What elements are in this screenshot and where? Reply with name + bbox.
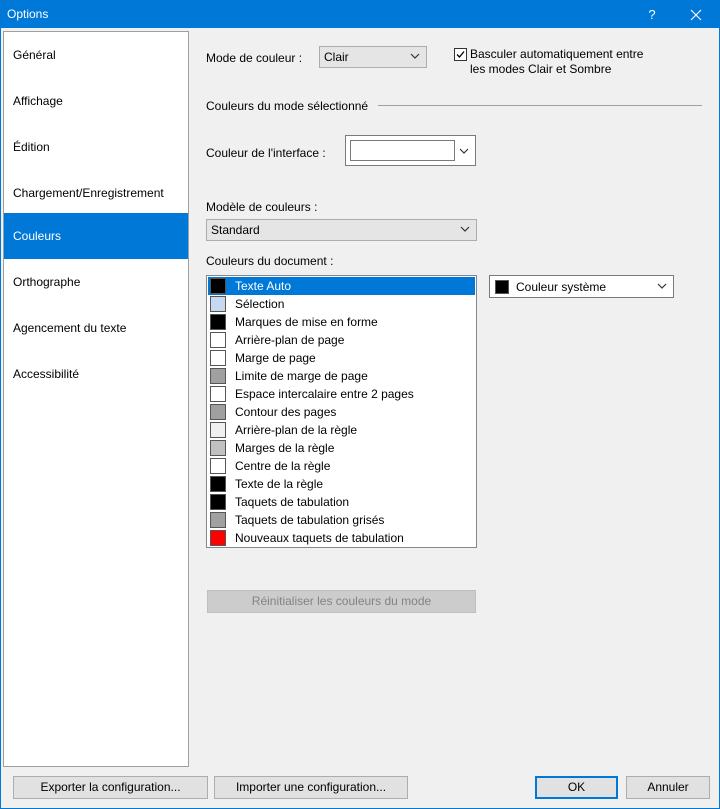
sidebar-item-editing[interactable]: Édition <box>4 124 188 170</box>
color-model-select[interactable]: Standard <box>206 219 477 241</box>
interface-color-label: Couleur de l'interface : <box>206 146 326 160</box>
sidebar-item-colors[interactable]: Couleurs <box>4 213 188 259</box>
color-swatch <box>210 422 226 438</box>
selected-color-value: Couleur système <box>516 280 607 294</box>
list-item[interactable]: Marques de mise en forme <box>208 313 475 331</box>
color-swatch <box>210 350 226 366</box>
auto-switch-label-line2: les modes Clair et Sombre <box>470 62 612 76</box>
sidebar-item-label: Orthographe <box>13 275 81 289</box>
help-button[interactable]: ? <box>629 1 675 28</box>
list-item[interactable]: Taquets de tabulation <box>208 493 475 511</box>
sidebar-item-label: Couleurs <box>13 229 62 243</box>
document-colors-label: Couleurs du document : <box>206 254 334 268</box>
export-config-button[interactable]: Exporter la configuration... <box>13 776 208 799</box>
list-item-label: Texte Auto <box>235 279 292 293</box>
interface-color-picker[interactable] <box>345 135 476 166</box>
list-item[interactable]: Taquets de tabulation grisés <box>208 511 475 529</box>
close-icon <box>690 9 702 20</box>
sidebar-item-spelling[interactable]: Orthographe <box>4 259 188 305</box>
cancel-button[interactable]: Annuler <box>626 776 710 799</box>
list-item[interactable]: Arrière-plan de page <box>208 331 475 349</box>
chevron-down-icon <box>657 283 667 289</box>
sidebar-item-display[interactable]: Affichage <box>4 78 188 124</box>
color-swatch <box>210 530 226 546</box>
ok-button[interactable]: OK <box>535 776 618 799</box>
auto-switch-checkbox[interactable] <box>454 48 467 61</box>
sidebar-item-load-save[interactable]: Chargement/Enregistrement <box>4 170 188 216</box>
sidebar-item-label: Accessibilité <box>13 367 80 381</box>
color-swatch <box>210 332 226 348</box>
list-item[interactable]: Texte de la règle <box>208 475 475 493</box>
color-swatch <box>210 512 226 528</box>
sidebar-item-label: Affichage <box>13 94 63 108</box>
selected-color-swatch <box>495 280 509 294</box>
list-item-label: Marges de la règle <box>235 441 335 455</box>
list-item-label: Nouveaux taquets de tabulation <box>235 531 404 545</box>
sidebar-item-accessibility[interactable]: Accessibilité <box>4 351 188 397</box>
color-swatch <box>210 476 226 492</box>
sidebar-item-label: Édition <box>13 140 50 154</box>
list-item-label: Espace intercalaire entre 2 pages <box>235 387 414 401</box>
list-item-label: Contour des pages <box>235 405 337 419</box>
list-item[interactable]: Centre de la règle <box>208 457 475 475</box>
list-item-label: Arrière-plan de la règle <box>235 423 358 437</box>
list-item[interactable]: Nouveaux taquets de tabulation <box>208 529 475 547</box>
list-item-label: Limite de marge de page <box>235 369 368 383</box>
reset-mode-colors-button[interactable]: Réinitialiser les couleurs du mode <box>207 590 476 613</box>
list-item[interactable]: Espace intercalaire entre 2 pages <box>208 385 475 403</box>
list-item[interactable]: Marges de la règle <box>208 439 475 457</box>
list-item[interactable]: Marge de page <box>208 349 475 367</box>
list-item-label: Texte de la règle <box>235 477 324 491</box>
sidebar-item-text-layout[interactable]: Agencement du texte <box>4 305 188 351</box>
sidebar-item-label: Agencement du texte <box>13 321 127 335</box>
list-item-label: Centre de la règle <box>235 459 331 473</box>
sidebar-item-label: Général <box>13 48 56 62</box>
interface-color-swatch <box>350 140 455 161</box>
color-swatch <box>210 386 226 402</box>
window-title: Options <box>7 7 49 21</box>
chevron-down-icon <box>410 53 420 59</box>
color-swatch <box>210 368 226 384</box>
selected-color-select[interactable]: Couleur système <box>489 275 674 298</box>
list-item[interactable]: Sélection <box>208 295 475 313</box>
close-button[interactable] <box>673 1 719 28</box>
color-swatch <box>210 494 226 510</box>
sidebar: Général Affichage Édition Chargement/Enr… <box>3 31 189 767</box>
list-item-label: Taquets de tabulation <box>235 495 350 509</box>
color-swatch <box>210 458 226 474</box>
list-item-label: Marge de page <box>235 351 316 365</box>
checkmark-icon <box>456 51 465 58</box>
color-swatch <box>210 404 226 420</box>
chevron-down-icon <box>459 148 469 154</box>
import-config-button[interactable]: Importer une configuration... <box>214 776 408 799</box>
color-swatch <box>210 278 226 294</box>
auto-switch-label-line1: Basculer automatiquement entre <box>470 47 644 61</box>
color-swatch <box>210 314 226 330</box>
list-item-label: Taquets de tabulation grisés <box>235 513 385 527</box>
group-divider <box>378 105 702 106</box>
color-model-label: Modèle de couleurs : <box>206 200 318 214</box>
color-mode-value: Clair <box>324 50 349 64</box>
list-item[interactable]: Arrière-plan de la règle <box>208 421 475 439</box>
list-item[interactable]: Texte Auto <box>208 277 475 295</box>
list-item-label: Sélection <box>235 297 285 311</box>
sidebar-item-general[interactable]: Général <box>4 32 188 78</box>
color-mode-select[interactable]: Clair <box>319 46 427 68</box>
list-item-label: Marques de mise en forme <box>235 315 378 329</box>
color-mode-label: Mode de couleur : <box>206 51 303 65</box>
color-swatch <box>210 440 226 456</box>
options-dialog: Options ? Général Affichage Édition Char… <box>0 0 720 809</box>
color-model-value: Standard <box>211 223 260 237</box>
title-bar: Options ? <box>1 1 719 28</box>
document-colors-list[interactable]: Texte Auto Sélection Marques de mise en fo… <box>206 275 477 548</box>
group-title: Couleurs du mode sélectionné <box>206 99 369 113</box>
sidebar-item-label: Chargement/Enregistrement <box>13 186 164 200</box>
list-item-label: Arrière-plan de page <box>235 333 345 347</box>
chevron-down-icon <box>460 226 470 232</box>
color-swatch <box>210 296 226 312</box>
help-icon: ? <box>648 7 656 22</box>
list-item[interactable]: Contour des pages <box>208 403 475 421</box>
list-item[interactable]: Limite de marge de page <box>208 367 475 385</box>
